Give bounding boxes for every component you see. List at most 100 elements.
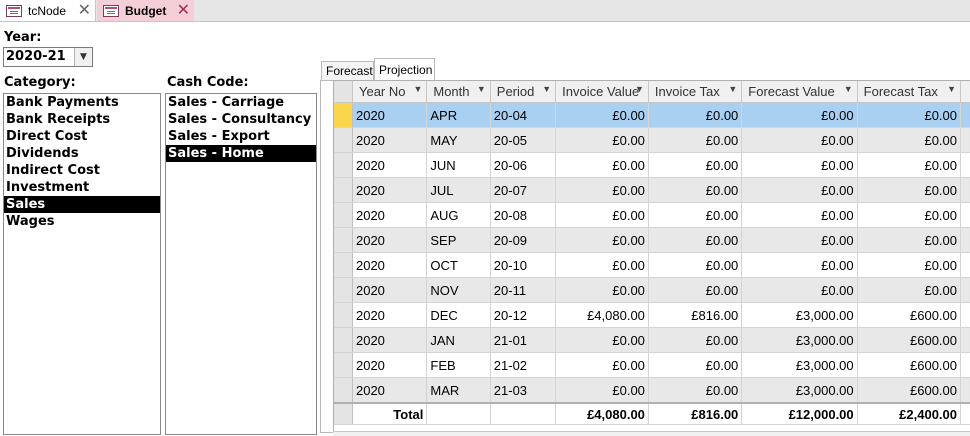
cell-invoice-tax[interactable]: £0.00 [648, 152, 743, 178]
column-header-forecast-value[interactable]: Forecast Value ▼ [741, 81, 858, 103]
table-row[interactable]: 2020 JUL 20-07 £0.00 £0.00 £0.00 £0.00 [334, 177, 970, 203]
cell-forecast-tax[interactable]: £0.00 [857, 127, 962, 153]
cell-invoice-tax[interactable]: £0.00 [648, 327, 743, 353]
category-item[interactable]: Dividends [4, 145, 160, 162]
column-header-invoice-value[interactable]: Invoice Value ▼ [555, 81, 649, 103]
record-selector[interactable] [334, 227, 353, 253]
cell-forecast-tax[interactable]: £0.00 [857, 252, 962, 278]
cell-forecast-value[interactable]: £0.00 [741, 177, 858, 203]
cell-invoice-value[interactable]: £0.00 [555, 227, 649, 253]
cell-period[interactable]: 20-07 [490, 177, 557, 203]
cell-year-no[interactable]: 2020 [352, 252, 428, 278]
horizontal-scrollbar[interactable] [333, 431, 970, 436]
record-selector[interactable] [334, 252, 353, 278]
table-row[interactable]: 2020 JAN 21-01 £0.00 £0.00 £3,000.00 £600.00 [334, 327, 970, 353]
record-selector[interactable] [334, 152, 353, 178]
cell-forecast-value[interactable]: £3,000.00 [741, 352, 858, 378]
select-all-corner[interactable] [334, 81, 353, 103]
cell-month[interactable]: APR [426, 102, 491, 128]
cell-forecast-value[interactable]: £0.00 [741, 202, 858, 228]
cell-period[interactable]: 21-02 [490, 352, 557, 378]
table-row[interactable]: 2020 FEB 21-02 £0.00 £0.00 £3,000.00 £600.00 [334, 352, 970, 378]
cell-year-no[interactable]: 2020 [352, 377, 428, 404]
close-icon[interactable]: ✕ [177, 2, 190, 19]
cash-code-item[interactable]: Sales - Consultancy [166, 111, 316, 128]
cell-year-no[interactable]: 2020 [352, 152, 428, 178]
cell-forecast-value[interactable]: £0.00 [741, 277, 858, 303]
cell-period[interactable]: 20-05 [490, 127, 557, 153]
sort-filter-icon[interactable]: ▼ [947, 84, 956, 94]
table-row[interactable]: 2020 SEP 20-09 £0.00 £0.00 £0.00 £0.00 [334, 227, 970, 253]
table-row[interactable]: 2020 OCT 20-10 £0.00 £0.00 £0.00 £0.00 [334, 252, 970, 278]
record-selector[interactable] [334, 127, 353, 153]
sort-filter-icon[interactable]: ▼ [728, 84, 737, 94]
cell-period[interactable]: 20-10 [490, 252, 557, 278]
sort-filter-icon[interactable]: ▼ [542, 84, 551, 94]
cell-invoice-value[interactable]: £0.00 [555, 127, 649, 153]
cell-year-no[interactable]: 2020 [352, 277, 428, 303]
cell-forecast-value[interactable]: £0.00 [741, 102, 858, 128]
column-header-period[interactable]: Period ▼ [490, 81, 557, 103]
cell-forecast-value[interactable]: £0.00 [741, 152, 858, 178]
cell-period[interactable]: 20-06 [490, 152, 557, 178]
category-item[interactable]: Wages [4, 213, 160, 230]
cell-invoice-tax[interactable]: £0.00 [648, 202, 743, 228]
cell-invoice-tax[interactable]: £0.00 [648, 127, 743, 153]
cell-invoice-value[interactable]: £0.00 [555, 102, 649, 128]
cell-period[interactable]: 21-01 [490, 327, 557, 353]
cell-month[interactable]: SEP [426, 227, 491, 253]
cell-month[interactable]: FEB [426, 352, 491, 378]
table-row[interactable]: 2020 JUN 20-06 £0.00 £0.00 £0.00 £0.00 [334, 152, 970, 178]
cell-invoice-tax[interactable]: £0.00 [648, 177, 743, 203]
cell-invoice-tax[interactable]: £0.00 [648, 377, 743, 404]
cell-invoice-tax[interactable]: £0.00 [648, 252, 743, 278]
cell-invoice-value[interactable]: £0.00 [555, 152, 649, 178]
sort-filter-icon[interactable]: ▼ [477, 84, 486, 94]
table-row[interactable]: 2020 APR 20-04 £0.00 £0.00 £0.00 £0.00 [334, 102, 970, 128]
cell-month[interactable]: AUG [426, 202, 491, 228]
cell-month[interactable]: MAR [426, 377, 491, 404]
cell-forecast-value[interactable]: £3,000.00 [741, 327, 858, 353]
tab-forecast[interactable]: Forecast [321, 61, 374, 80]
cell-forecast-tax[interactable]: £0.00 [857, 277, 962, 303]
cell-month[interactable]: DEC [426, 302, 491, 328]
cell-invoice-tax[interactable]: £0.00 [648, 227, 743, 253]
sort-filter-icon[interactable]: ▼ [413, 84, 422, 94]
cell-forecast-value[interactable]: £3,000.00 [741, 377, 858, 404]
cell-period[interactable]: 21-03 [490, 377, 557, 404]
cell-year-no[interactable]: 2020 [352, 177, 428, 203]
cell-forecast-value[interactable]: £0.00 [741, 127, 858, 153]
cell-invoice-value[interactable]: £0.00 [555, 377, 649, 404]
cell-forecast-tax[interactable]: £0.00 [857, 227, 962, 253]
cell-year-no[interactable]: 2020 [352, 202, 428, 228]
cell-invoice-value[interactable]: £0.00 [555, 177, 649, 203]
cell-forecast-tax[interactable]: £600.00 [857, 377, 962, 404]
cell-invoice-tax[interactable]: £0.00 [648, 352, 743, 378]
column-header-forecast-tax[interactable]: Forecast Tax ▼ [857, 81, 962, 103]
cell-forecast-value[interactable]: £0.00 [741, 227, 858, 253]
table-row[interactable]: 2020 AUG 20-08 £0.00 £0.00 £0.00 £0.00 [334, 202, 970, 228]
cell-year-no[interactable]: 2020 [352, 352, 428, 378]
column-header-month[interactable]: Month ▼ [426, 81, 491, 103]
chevron-down-icon[interactable]: ▼ [74, 48, 92, 66]
cell-invoice-tax[interactable]: £0.00 [648, 277, 743, 303]
cell-invoice-value[interactable]: £0.00 [555, 327, 649, 353]
cell-month[interactable]: OCT [426, 252, 491, 278]
category-item[interactable]: Bank Receipts [4, 111, 160, 128]
cell-invoice-tax[interactable]: £0.00 [648, 102, 743, 128]
cell-period[interactable]: 20-09 [490, 227, 557, 253]
category-item[interactable]: Bank Payments [4, 94, 160, 111]
cash-code-item[interactable]: Sales - Carriage [166, 94, 316, 111]
cell-month[interactable]: JUL [426, 177, 491, 203]
column-header-invoice-tax[interactable]: Invoice Tax ▼ [648, 81, 743, 103]
cell-forecast-value[interactable]: £3,000.00 [741, 302, 858, 328]
close-icon[interactable]: ✕ [78, 2, 91, 19]
cell-invoice-value[interactable]: £0.00 [555, 252, 649, 278]
sort-filter-icon[interactable]: ▼ [635, 84, 644, 94]
cell-forecast-tax[interactable]: £0.00 [857, 152, 962, 178]
cell-invoice-value[interactable]: £0.00 [555, 352, 649, 378]
record-selector[interactable] [334, 327, 353, 353]
record-selector[interactable] [334, 352, 353, 378]
cell-invoice-tax[interactable]: £816.00 [648, 302, 743, 328]
cell-month[interactable]: MAY [426, 127, 491, 153]
